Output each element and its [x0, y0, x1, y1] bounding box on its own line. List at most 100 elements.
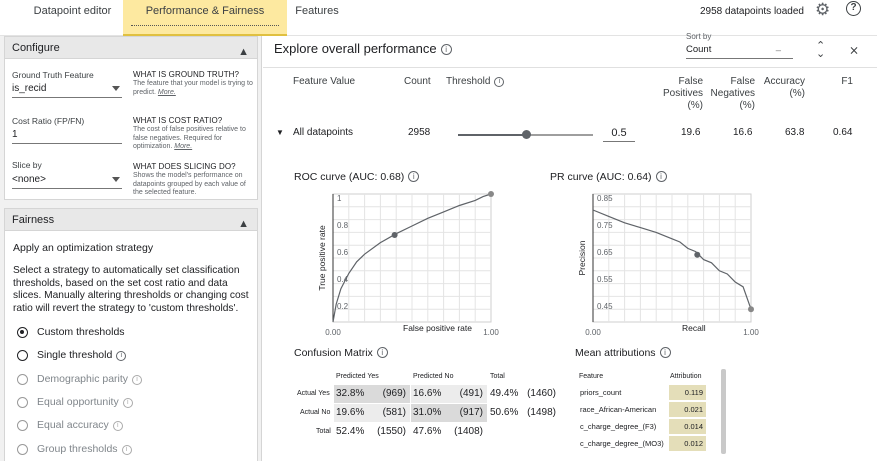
- threshold-point[interactable]: [391, 231, 398, 238]
- row-false-positives: 19.6: [681, 127, 701, 138]
- more-link[interactable]: More.: [174, 143, 192, 150]
- strategy-label-wrap: Single threshold i: [37, 349, 127, 361]
- fairness-description: Select a strategy to automatically set c…: [13, 265, 249, 314]
- gear-icon[interactable]: ⚙: [815, 0, 830, 20]
- expand-row-icon[interactable]: ▼: [276, 128, 284, 137]
- cm-cell: 32.8% (969): [334, 385, 410, 403]
- top-bar: Datapoint editor Performance & Fairness …: [0, 0, 877, 36]
- col-threshold-text: Threshold: [446, 76, 491, 87]
- col-false-negatives[interactable]: False Negatives (%): [709, 76, 755, 112]
- cm-header-predicted-no: Predicted No: [413, 373, 454, 380]
- attr-header-attribution: Attribution: [670, 373, 702, 380]
- row-f1: 0.64: [833, 127, 853, 138]
- info-icon[interactable]: i: [121, 445, 132, 455]
- x-tick-label: 0.00: [325, 328, 341, 337]
- slice-by-value: <none>: [12, 174, 46, 185]
- chevron-up-icon[interactable]: ▲: [238, 213, 249, 235]
- roc-y-tick-labels: 10.80.60.40.2: [337, 194, 349, 311]
- info-icon[interactable]: i: [122, 398, 133, 408]
- x-tick-label: 1.00: [743, 328, 759, 337]
- strategy-label: Group thresholds: [37, 443, 118, 455]
- threshold-input[interactable]: 0.5: [603, 125, 635, 142]
- cm-count: (917): [459, 407, 483, 418]
- info-icon[interactable]: i: [659, 347, 671, 358]
- col-accuracy[interactable]: Accuracy (%): [757, 76, 805, 100]
- cm-pct: 47.6%: [413, 426, 442, 437]
- y-tick-label: 0.75: [597, 221, 613, 230]
- cost-ratio-help-body: The cost of false positives relative to …: [133, 126, 255, 152]
- row-accuracy: 63.8: [785, 127, 805, 138]
- info-icon[interactable]: i: [408, 171, 420, 182]
- cm-header-predicted-yes: Predicted Yes: [336, 373, 379, 380]
- cm-count: (1498): [527, 407, 556, 418]
- cm-count: (969): [382, 388, 406, 399]
- row-name: All datapoints: [293, 127, 354, 138]
- y-tick-label: 0.6: [337, 248, 349, 257]
- left-panel: Configure ▲ Ground Truth Feature is_reci…: [0, 36, 262, 461]
- tab-label: Datapoint editor: [33, 5, 112, 17]
- slice-by-select[interactable]: <none>: [12, 173, 122, 189]
- cm-pct: 32.8%: [336, 388, 365, 399]
- info-icon[interactable]: i: [440, 44, 452, 55]
- sort-direction-icon[interactable]: ⌃ ⌄: [816, 41, 825, 60]
- info-icon[interactable]: i: [112, 421, 123, 431]
- ground-truth-help-title: WHAT IS GROUND TRUTH?: [133, 70, 240, 79]
- col-false-positives[interactable]: False Positives (%): [658, 76, 703, 112]
- cost-ratio-input[interactable]: 1: [12, 128, 122, 144]
- attr-feature: c_charge_degree_(F3): [580, 422, 657, 431]
- info-icon[interactable]: i: [655, 171, 667, 182]
- attr-header-feature: Feature: [579, 373, 604, 380]
- info-icon[interactable]: i: [494, 77, 505, 87]
- info-icon[interactable]: i: [116, 351, 127, 361]
- collapse-icon[interactable]: ⨯: [849, 43, 859, 57]
- strategy-label-wrap: Equal accuracy i: [37, 419, 123, 431]
- attr-value: 0.012: [669, 436, 706, 451]
- pr-title-text: PR curve (AUC: 0.64): [550, 171, 652, 183]
- y-tick-label: 0.65: [597, 248, 613, 257]
- strategy-label-wrap: Group thresholds i: [37, 443, 132, 455]
- sort-by-select[interactable]: Count –: [686, 44, 793, 59]
- y-tick-label: 0.45: [597, 302, 613, 311]
- roc-title: ROC curve (AUC: 0.68) i: [294, 171, 420, 183]
- ground-truth-select[interactable]: is_recid: [12, 82, 122, 98]
- pr-x-tick-labels: 0.00 1.00: [585, 328, 759, 337]
- tab-label: Features: [295, 5, 339, 17]
- tab-performance-fairness[interactable]: Performance & Fairness: [123, 0, 287, 36]
- pr-title: PR curve (AUC: 0.64) i: [550, 171, 667, 183]
- col-feature-value[interactable]: Feature Value: [293, 76, 355, 88]
- col-count[interactable]: Count: [404, 76, 431, 88]
- threshold-point[interactable]: [694, 251, 701, 258]
- y-tick-label: 0.8: [337, 221, 349, 230]
- col-threshold[interactable]: Threshold i: [446, 76, 505, 88]
- attr-feature: priors_count: [580, 388, 622, 397]
- configure-header[interactable]: Configure ▲: [5, 37, 257, 59]
- confusion-title-text: Confusion Matrix: [294, 347, 373, 359]
- tab-datapoint-editor[interactable]: Datapoint editor: [10, 0, 135, 36]
- cm-cell: 16.6% (491): [411, 385, 487, 403]
- cm-cell: 31.0% (917): [411, 404, 487, 422]
- strategy-label: Equal accuracy: [37, 419, 109, 431]
- radio-disabled: [17, 374, 28, 385]
- roc-points: [391, 191, 494, 238]
- cm-pct: 50.6%: [490, 407, 519, 418]
- help-icon[interactable]: ?: [846, 1, 861, 16]
- tab-features[interactable]: Features: [282, 0, 352, 36]
- ground-truth-help-body: The feature that your model is trying to…: [133, 80, 255, 97]
- threshold-slider-handle[interactable]: [521, 130, 531, 139]
- attr-feature: race_African-American: [580, 405, 657, 414]
- pr-grid: [592, 193, 752, 323]
- attributions-scrollbar[interactable]: [721, 369, 726, 454]
- info-icon[interactable]: i: [376, 347, 388, 358]
- datapoints-loaded: 2958 datapoints loaded: [700, 6, 804, 17]
- slice-help-body: Shows the model's performance on datapoi…: [133, 172, 246, 196]
- chevron-up-icon[interactable]: ▲: [238, 41, 249, 63]
- radio-unselected[interactable]: [17, 350, 28, 361]
- info-icon[interactable]: i: [132, 375, 143, 385]
- configure-title: Configure: [12, 42, 60, 54]
- confusion-matrix-title: Confusion Matrix i: [294, 347, 388, 359]
- more-link[interactable]: More.: [158, 89, 176, 96]
- pr-chart: 0.85 0.75 0.65 0.55 0.45 0.00 1.00 Precision: [577, 193, 759, 337]
- radio-selected[interactable]: [17, 327, 28, 338]
- col-f1[interactable]: F1: [831, 76, 853, 88]
- fairness-header[interactable]: Fairness ▲: [5, 209, 257, 231]
